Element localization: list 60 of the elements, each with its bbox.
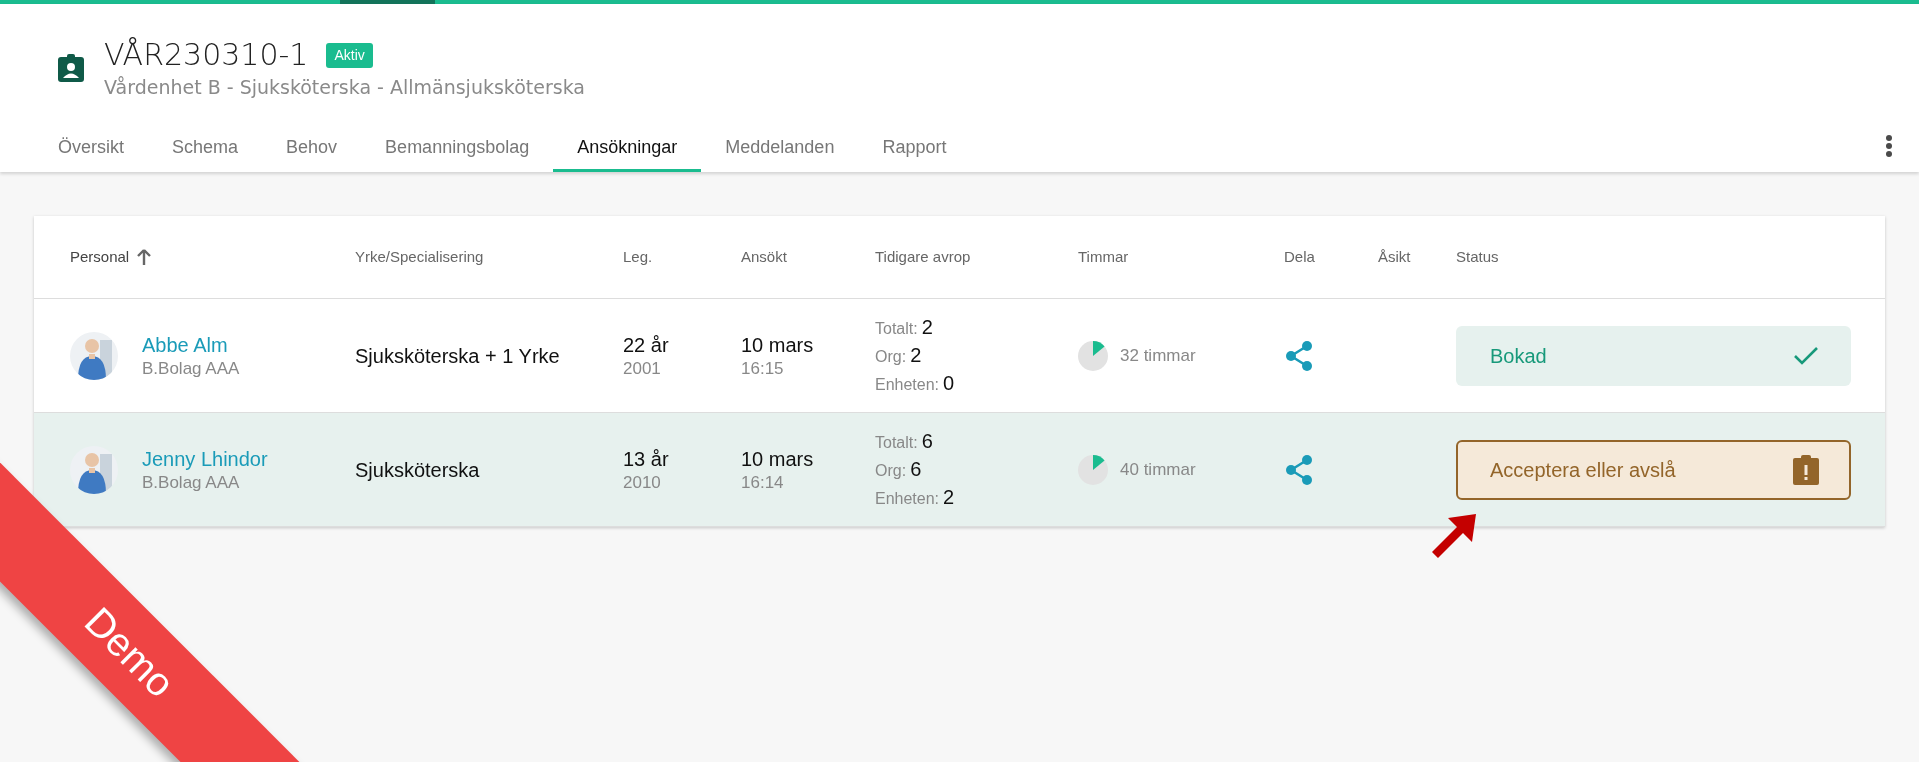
stat-label: Enheten: (875, 488, 940, 509)
stat-value: 2 (921, 314, 933, 340)
license-year: 2010 (623, 471, 662, 494)
column-header[interactable]: Leg. (623, 245, 653, 269)
column-header[interactable]: Yrke/Specialisering (355, 245, 484, 269)
column-header[interactable]: Timmar (1078, 245, 1129, 269)
tab[interactable]: Översikt (34, 126, 148, 172)
sort-arrow-icon[interactable] (137, 249, 152, 265)
license-years: 22 år (623, 332, 670, 358)
stat-label: Totalt: (875, 318, 918, 339)
share-icon[interactable] (1284, 453, 1314, 486)
profession: Sjuksköterska (355, 458, 480, 481)
accept-or-decline-button[interactable]: Acceptera eller avslå (1456, 439, 1851, 500)
stat-label: Org: (875, 460, 907, 481)
stat-value: 2 (943, 484, 955, 510)
tab[interactable]: Ansökningar (553, 126, 702, 172)
tab[interactable]: Rapport (858, 126, 971, 172)
tab[interactable]: Bemanningsbolag (361, 126, 554, 172)
page-title: VÅR230310-1 (104, 36, 309, 74)
column-header[interactable]: Ansökt (741, 245, 787, 269)
page-subtitle: Vårdenhet B - Sjuksköterska - Allmänsjuksköterska (104, 75, 585, 100)
applied-time: 16:14 (741, 471, 785, 494)
clipboard-alert-icon (1793, 454, 1819, 485)
profession: Sjuksköterska + 1 Yrke (355, 344, 560, 367)
stat-label: Totalt: (875, 432, 918, 453)
tab[interactable]: Behov (262, 126, 362, 172)
stat-label: Enheten: (875, 374, 940, 395)
column-header[interactable]: Dela (1284, 245, 1315, 269)
person-name-link[interactable]: Abbe Alm (142, 331, 240, 358)
stat-value: 6 (910, 456, 922, 482)
stat-label: Org: (875, 346, 907, 367)
applied-time: 16:15 (741, 357, 785, 380)
column-header[interactable]: Personal (70, 245, 130, 269)
booked-status-button[interactable]: Bokad (1456, 325, 1851, 386)
table-row[interactable]: Jenny Lhindor B.Bolag AAA Sjuksköterska 13 år 2010 10 mars 16:14 Totalt: 6 Org: 6 Enheten: 2 40 timmar Acceptera eller avslå (34, 413, 1885, 527)
company-name: B.Bolag AAA (142, 357, 240, 380)
pie-icon (1078, 454, 1108, 485)
tab[interactable]: Schema (148, 126, 263, 172)
share-icon[interactable] (1284, 339, 1314, 372)
status-badge: Aktiv (326, 42, 373, 68)
hours: 40 timmar (1120, 458, 1196, 481)
check-icon (1793, 345, 1819, 366)
badge-icon (58, 54, 84, 82)
hours: 32 timmar (1120, 344, 1196, 367)
tab[interactable]: Meddelanden (701, 126, 859, 172)
applied-date: 10 mars (741, 332, 815, 358)
company-name: B.Bolag AAA (142, 471, 241, 494)
stat-value: 6 (921, 428, 933, 454)
stat-value: 2 (910, 342, 922, 368)
stat-value: 0 (943, 370, 955, 396)
column-header[interactable]: Tidigare avrop (875, 245, 971, 269)
license-year: 2001 (623, 357, 662, 380)
column-header[interactable]: Status (1456, 245, 1499, 269)
more-options-icon[interactable] (1885, 134, 1893, 158)
arrow-icon (1430, 514, 1476, 560)
column-header[interactable]: Åsikt (1378, 245, 1411, 269)
license-years: 13 år (623, 446, 670, 472)
table-row[interactable]: Abbe Alm B.Bolag AAA Sjuksköterska + 1 Yrke 22 år 2001 10 mars 16:15 Totalt: 2 Org: 2 Enheten: 0 32 timmar Bokad (34, 299, 1885, 413)
applied-date: 10 mars (741, 446, 815, 472)
pie-icon (1078, 340, 1108, 371)
